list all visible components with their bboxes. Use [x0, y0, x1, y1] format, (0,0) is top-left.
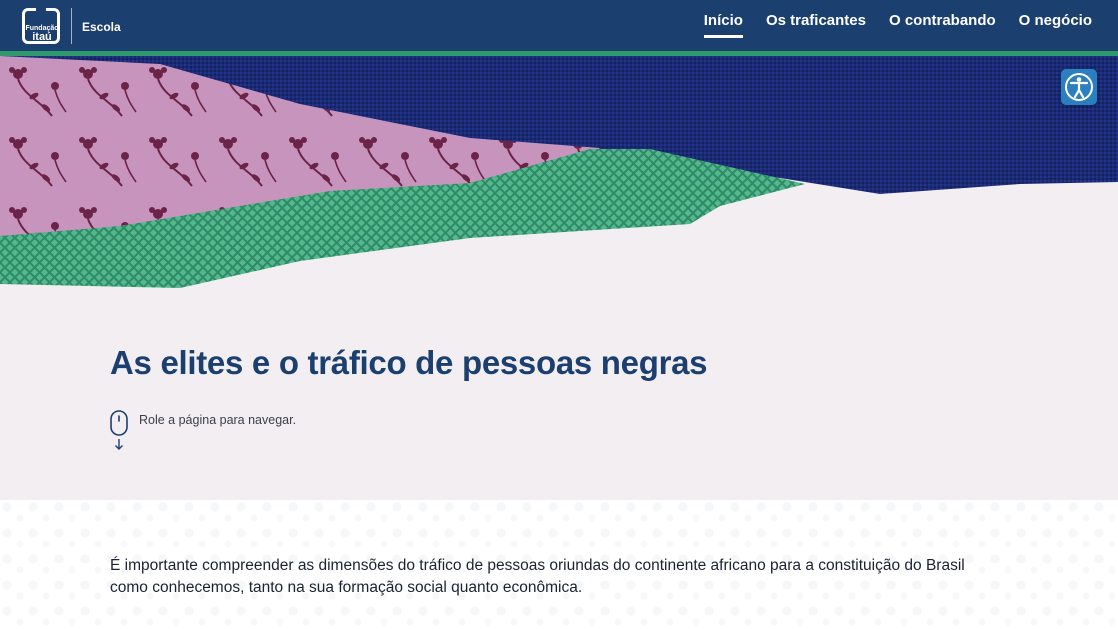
brand-label-escola[interactable]: Escola	[82, 20, 121, 34]
nav-item-inicio[interactable]: Início	[703, 12, 743, 38]
accessibility-icon	[1065, 73, 1093, 101]
fundacao-itau-logo[interactable]: Fundação itaú	[22, 5, 62, 44]
page-title: As elites e o tráfico de pessoas negras	[110, 344, 708, 381]
nav-item-o-negocio[interactable]: O negócio	[1019, 12, 1092, 38]
logo-text-itau: itaú	[32, 31, 52, 43]
mouse-scroll-icon	[110, 410, 128, 450]
accessibility-button[interactable]	[1061, 69, 1097, 105]
nav-item-os-traficantes[interactable]: Os traficantes	[766, 12, 866, 38]
main-nav: Início Os traficantes O contrabando O ne…	[681, 12, 1092, 38]
top-navigation-bar: Fundação itaú Escola Início Os traficant…	[0, 0, 1118, 51]
hero-fabric-collage	[0, 56, 1118, 296]
intro-paragraph: É importante compreender as dimensões do…	[110, 557, 965, 596]
scroll-hint-text: Role a página para navegar.	[139, 413, 297, 427]
logo-notch	[36, 5, 46, 13]
logo-divider	[71, 8, 72, 44]
nav-item-o-contrabando[interactable]: O contrabando	[889, 12, 996, 38]
fabric-collage-image	[0, 56, 1118, 296]
